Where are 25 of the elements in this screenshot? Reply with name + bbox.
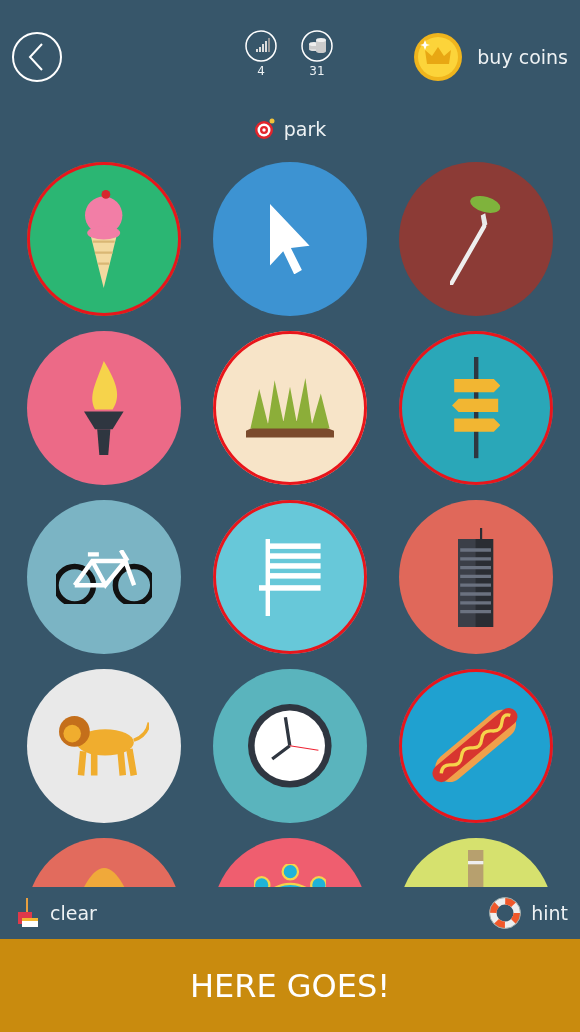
buy-coins-button[interactable]: buy coins (413, 32, 568, 82)
skyscraper-icon (458, 527, 494, 627)
lion-icon (58, 716, 150, 776)
category-label: park (283, 116, 327, 142)
grass-icon (246, 378, 334, 438)
torch-icon (84, 360, 124, 456)
tower-icon (468, 850, 484, 887)
crown-coin-icon (413, 32, 464, 82)
back-button[interactable] (12, 32, 62, 82)
lifebuoy-icon (489, 897, 522, 929)
dustpan-brush-icon (16, 898, 40, 928)
target-icon (253, 118, 276, 140)
coins-icon (301, 30, 333, 62)
signpost-icon (451, 357, 501, 459)
stat-value: 31 (309, 64, 325, 78)
stat-value: 4 (257, 64, 265, 78)
ice-cream-icon (85, 190, 123, 288)
hint-button[interactable]: hint (489, 897, 568, 929)
people-icon (253, 864, 327, 887)
level-bars-icon (245, 30, 277, 62)
bicycle-icon (55, 550, 153, 604)
clock-icon (248, 704, 332, 788)
clear-button[interactable]: clear (16, 898, 97, 928)
bench-icon (259, 538, 321, 616)
cursor-arrow-icon (270, 203, 310, 275)
